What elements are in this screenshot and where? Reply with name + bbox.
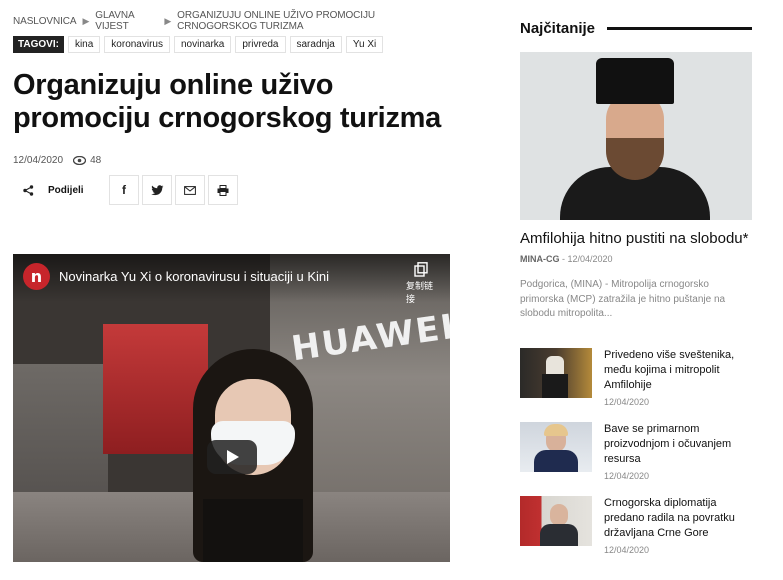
featured-article-title[interactable]: Amfilohija hitno pustiti na slobodu* — [520, 230, 752, 248]
share-facebook-button[interactable]: f — [109, 175, 139, 206]
tag-item[interactable]: koronavirus — [104, 36, 170, 53]
article-title: Organizuju online uživo promociju crnogo… — [13, 69, 441, 135]
share-bar: Podijeli f — [13, 175, 453, 206]
breadcrumb-category[interactable]: GLAVNA VIJEST — [95, 10, 158, 32]
article-column: NASLOVNICA ▶ GLAVNA VIJEST ▶ ORGANIZUJU … — [13, 10, 453, 206]
list-item[interactable]: Privedeno više sveštenika, među kojima i… — [520, 348, 752, 407]
eye-icon — [73, 155, 87, 165]
breadcrumb: NASLOVNICA ▶ GLAVNA VIJEST ▶ ORGANIZUJU … — [13, 10, 453, 32]
share-label: Podijeli — [48, 184, 84, 196]
tag-item[interactable]: kina — [67, 36, 101, 53]
tag-list: TAGOVI: kina koronavirus novinarka privr… — [13, 36, 453, 53]
featured-article-excerpt: Podgorica, (MINA) - Mitropolija crnogors… — [520, 279, 726, 319]
tags-label: TAGOVI: — [13, 36, 64, 53]
list-item-title[interactable]: Bave se primarnom proizvodnjom i očuvanj… — [604, 422, 752, 467]
list-item-date: 12/04/2020 — [604, 544, 650, 555]
sidebar-most-read: Najčitanije Amfilohija hitno pustiti na … — [520, 18, 752, 555]
chevron-right-icon: ▶ — [164, 15, 172, 26]
list-item[interactable]: Crnogorska diplomatija predano radila na… — [520, 496, 752, 555]
share-button[interactable]: Podijeli — [13, 175, 109, 205]
copy-icon — [414, 262, 428, 277]
email-icon — [184, 185, 196, 195]
share-email-button[interactable] — [175, 175, 205, 206]
featured-article-source[interactable]: MINA-CG — [520, 254, 560, 264]
share-print-button[interactable] — [208, 175, 238, 206]
share-icon — [23, 184, 34, 196]
featured-article-meta: MINA-CG - 12/04/2020 — [520, 254, 613, 264]
chevron-right-icon: ▶ — [82, 15, 90, 26]
breadcrumb-current: ORGANIZUJU ONLINE UŽIVO PROMOCIJU CRNOGO… — [177, 10, 375, 32]
facebook-icon: f — [122, 183, 126, 198]
view-count-value: 48 — [90, 154, 102, 166]
copy-link-button[interactable]: 复制链接 — [406, 262, 436, 305]
featured-article-image[interactable] — [520, 52, 752, 220]
video-title[interactable]: Novinarka Yu Xi o koronavirusu i situaci… — [59, 269, 329, 284]
view-count: 48 — [73, 155, 101, 166]
list-item-title[interactable]: Privedeno više sveštenika, među kojima i… — [604, 348, 752, 393]
heading-divider — [607, 26, 752, 30]
list-item-thumbnail[interactable] — [520, 496, 592, 546]
print-icon — [217, 184, 229, 196]
list-item-thumbnail[interactable] — [520, 422, 592, 472]
list-item-date: 12/04/2020 — [604, 470, 650, 481]
sidebar-heading: Najčitanije — [520, 18, 752, 38]
play-icon — [227, 450, 239, 464]
tag-item[interactable]: privreda — [235, 36, 286, 53]
tag-item[interactable]: Yu Xi — [345, 36, 384, 53]
article-meta: 12/04/2020 48 — [13, 153, 453, 167]
tag-item[interactable]: novinarka — [174, 36, 232, 53]
sidebar-heading-title: Najčitanije — [520, 19, 596, 37]
twitter-icon — [150, 184, 164, 195]
share-twitter-button[interactable] — [142, 175, 172, 206]
video-player[interactable]: HUAWEI n Novinarka Yu Xi o koronavirusu … — [13, 254, 450, 562]
article-date: 12/04/2020 — [13, 154, 64, 166]
breadcrumb-home[interactable]: NASLOVNICA — [13, 16, 77, 27]
list-item-title[interactable]: Crnogorska diplomatija predano radila na… — [604, 496, 752, 541]
tag-item[interactable]: saradnja — [289, 36, 342, 53]
copy-link-label: 复制链接 — [406, 282, 434, 305]
channel-logo-icon[interactable]: n — [23, 263, 50, 290]
list-item-date: 12/04/2020 — [604, 396, 650, 407]
play-button[interactable] — [207, 440, 257, 474]
featured-article-date: 12/04/2020 — [567, 254, 613, 264]
list-item-thumbnail[interactable] — [520, 348, 592, 398]
list-item[interactable]: Bave se primarnom proizvodnjom i očuvanj… — [520, 422, 752, 481]
